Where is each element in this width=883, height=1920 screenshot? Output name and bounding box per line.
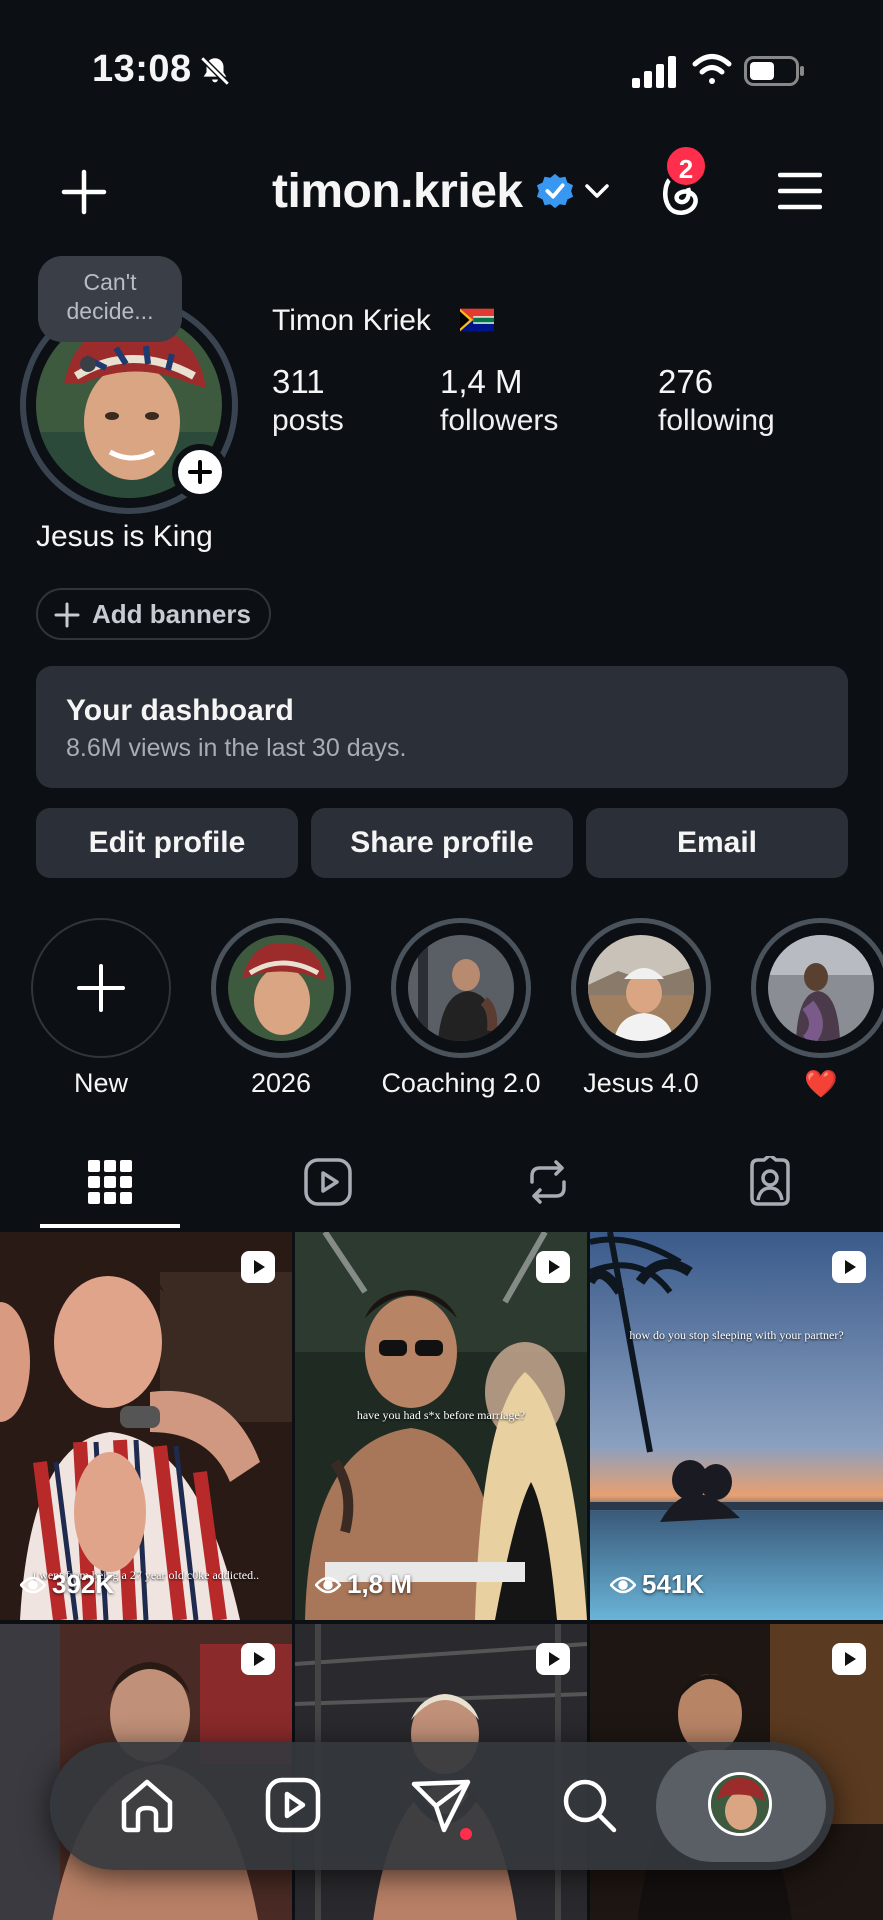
add-banners-label: Add banners	[92, 599, 251, 629]
battery-icon	[744, 56, 804, 86]
post-caption: have you had s*x before marriage?	[356, 1408, 526, 1422]
eye-icon	[315, 1576, 341, 1594]
highlight-heart[interactable]: ❤️	[751, 918, 883, 1100]
highlight-cover	[588, 935, 694, 1041]
post-thumbnail	[295, 1232, 587, 1620]
post-views: 541K	[610, 1569, 704, 1600]
south-africa-flag-icon	[460, 308, 494, 332]
reels-tab-icon[interactable]	[302, 1156, 354, 1208]
stat-following-value: 276	[658, 363, 714, 400]
post-views: 1,8 M	[315, 1569, 412, 1600]
add-banners-button[interactable]: Add banners	[36, 588, 271, 640]
chevron-down-icon[interactable]	[584, 180, 610, 202]
home-icon[interactable]	[116, 1774, 178, 1836]
reels-icon[interactable]	[262, 1774, 324, 1836]
highlight-ring	[751, 918, 883, 1058]
profile-bio: Jesus is King	[36, 520, 213, 553]
stat-following[interactable]: 276 following	[658, 362, 775, 440]
post-tile[interactable]: i went from being a 27 year old c0ke add…	[0, 1232, 292, 1620]
profile-full-name: Timon Kriek	[272, 304, 431, 337]
edit-profile-button[interactable]: Edit profile	[36, 808, 298, 878]
post-thumbnail	[590, 1232, 883, 1620]
share-profile-button[interactable]: Share profile	[311, 808, 573, 878]
highlight-label: ❤️	[804, 1069, 838, 1099]
stat-posts-value: 311	[272, 363, 325, 400]
highlight-coaching[interactable]: Coaching 2.0	[381, 918, 541, 1099]
post-views-count: 392K	[52, 1569, 115, 1599]
post-tile[interactable]: how do you stop sleeping with your partn…	[590, 1232, 883, 1620]
plus-icon	[54, 602, 80, 628]
stat-followers[interactable]: 1,4 M followers	[440, 362, 558, 440]
plus-icon	[77, 964, 125, 1012]
reel-indicator-icon	[832, 1251, 866, 1283]
highlight-new[interactable]: New	[31, 918, 171, 1099]
menu-hamburger-icon[interactable]	[778, 172, 822, 210]
status-time: 13:08	[92, 48, 192, 90]
messages-unread-dot	[460, 1828, 472, 1840]
eye-icon	[610, 1576, 636, 1594]
dashboard-subtitle: 8.6M views in the last 30 days.	[66, 734, 407, 762]
stat-followers-value: 1,4 M	[440, 363, 523, 400]
highlight-ring	[571, 918, 711, 1058]
post-views-count: 1,8 M	[347, 1569, 413, 1599]
highlight-cover	[408, 935, 514, 1041]
grid-tab-icon[interactable]	[84, 1156, 136, 1208]
reel-indicator-icon	[832, 1643, 866, 1675]
stat-following-label: following	[658, 404, 775, 437]
search-icon[interactable]	[558, 1774, 620, 1836]
post-tile[interactable]: have you had s*x before marriage? 1,8 M	[295, 1232, 587, 1620]
status-bar: 13:08	[0, 0, 883, 120]
stat-posts-label: posts	[272, 404, 344, 437]
dashboard-card[interactable]: Your dashboard 8.6M views in the last 30…	[36, 666, 848, 788]
highlight-ring	[391, 918, 531, 1058]
bell-muted-icon	[200, 56, 230, 86]
email-button[interactable]: Email	[586, 808, 848, 878]
highlight-jesus[interactable]: Jesus 4.0	[571, 918, 711, 1099]
profile-username[interactable]: timon.kriek	[272, 164, 523, 219]
post-caption: how do you stop sleeping with your partn…	[629, 1328, 844, 1342]
nav-profile-avatar[interactable]	[708, 1772, 772, 1836]
wifi-icon	[692, 54, 732, 84]
active-tab-indicator	[40, 1224, 180, 1228]
reel-indicator-icon	[241, 1643, 275, 1675]
highlight-cover	[768, 935, 874, 1041]
create-plus-icon[interactable]	[60, 168, 108, 216]
bottom-navigation	[50, 1742, 834, 1870]
dashboard-title: Your dashboard	[66, 694, 294, 727]
highlight-ring	[211, 918, 351, 1058]
verified-badge-icon	[536, 173, 574, 209]
post-views-count: 541K	[642, 1569, 705, 1599]
highlight-cover	[228, 935, 334, 1041]
highlight-new-ring	[31, 918, 171, 1058]
eye-icon	[20, 1576, 46, 1594]
stat-followers-label: followers	[440, 404, 559, 437]
add-story-button[interactable]	[172, 444, 228, 500]
stat-posts[interactable]: 311 posts	[272, 362, 344, 440]
reel-indicator-icon	[536, 1643, 570, 1675]
post-views: 392K	[20, 1569, 114, 1600]
highlight-2026[interactable]: 2026	[211, 918, 351, 1099]
reposts-tab-icon[interactable]	[522, 1156, 574, 1208]
post-thumbnail	[0, 1232, 292, 1620]
threads-notification-badge: 2	[664, 144, 708, 188]
reel-indicator-icon	[536, 1251, 570, 1283]
cellular-signal-icon	[632, 56, 676, 88]
tagged-tab-icon[interactable]	[744, 1156, 796, 1208]
reel-indicator-icon	[241, 1251, 275, 1283]
note-bubble[interactable]: Can't decide...	[38, 256, 182, 342]
direct-messages-icon[interactable]	[410, 1774, 472, 1836]
note-bubble-tail	[80, 356, 96, 372]
